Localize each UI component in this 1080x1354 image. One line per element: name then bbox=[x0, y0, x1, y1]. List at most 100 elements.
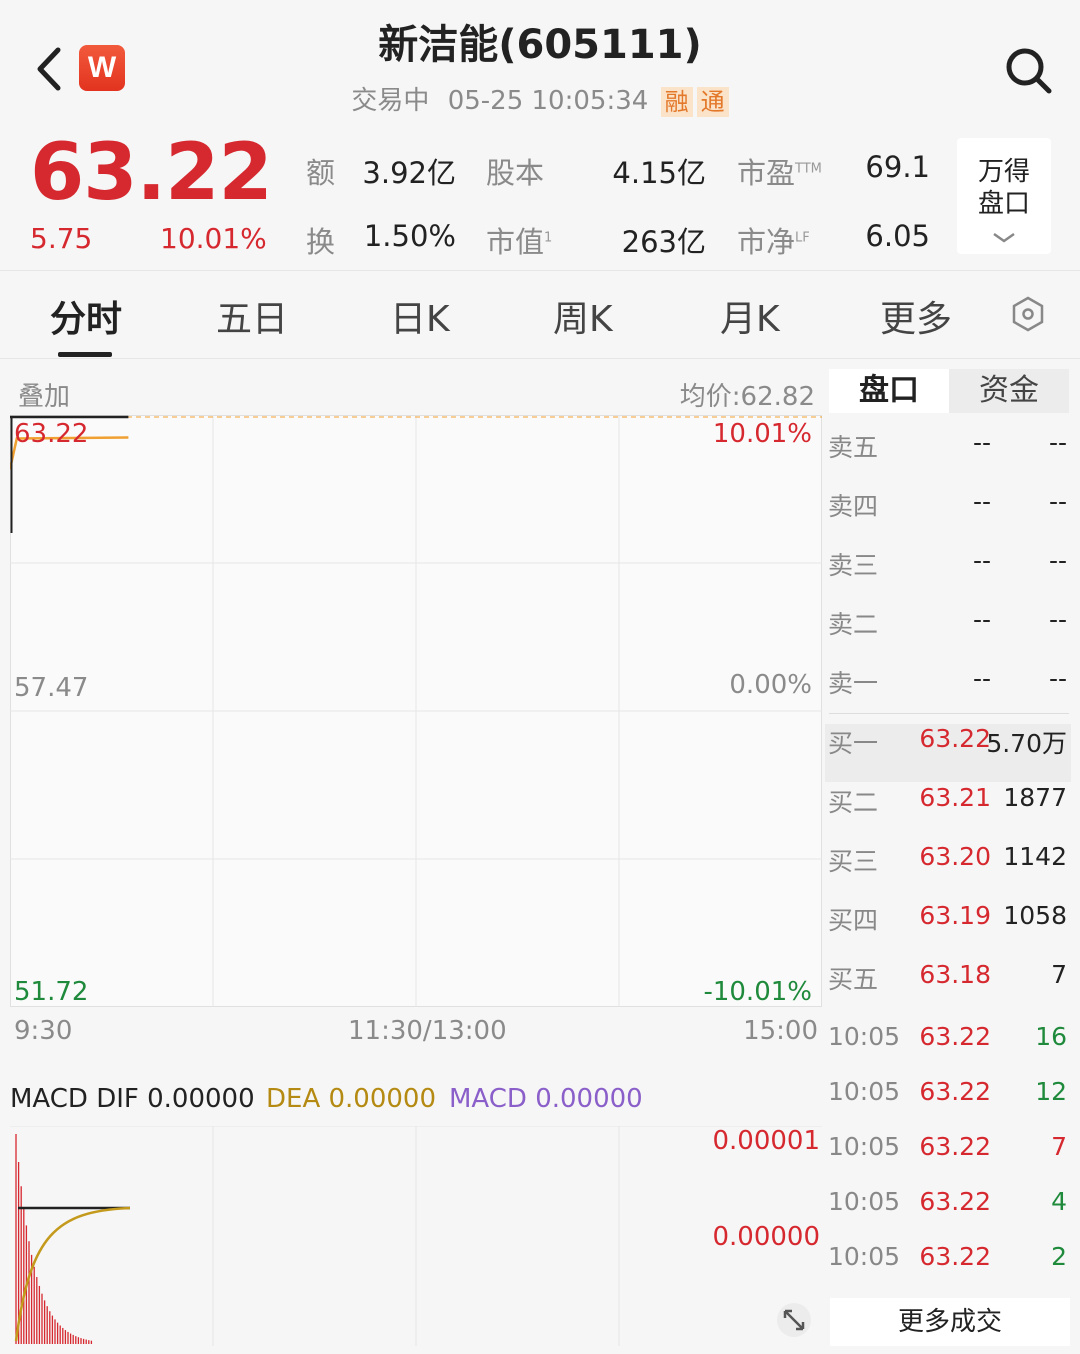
price-change: 5.75 bbox=[30, 222, 93, 255]
ask-row: 卖二 -- -- bbox=[825, 605, 1071, 663]
y-axis-top-label: 63.22 bbox=[14, 419, 89, 449]
orderbook-price: -- bbox=[972, 546, 991, 575]
ask-row: 卖三 -- -- bbox=[825, 546, 1071, 604]
amount-label: 额 bbox=[306, 156, 336, 190]
orderbook-label: 卖四 bbox=[828, 492, 879, 521]
last-price: 63.22 bbox=[30, 128, 273, 218]
pct-axis-mid-label: 0.00% bbox=[729, 670, 812, 700]
trade-status-line: 交易中 05-25 10:05:34 融通 bbox=[300, 80, 780, 117]
orderbook-volume: 4 bbox=[1051, 1187, 1067, 1216]
macd-dea-label: DEA 0.00000 bbox=[266, 1084, 437, 1114]
connect-tag: 通 bbox=[696, 86, 729, 117]
orderbook-volume: -- bbox=[1048, 664, 1067, 693]
orderbook-label: 买一 bbox=[828, 729, 879, 758]
orderbook-volume: -- bbox=[1048, 605, 1067, 634]
orderbook-label: 买四 bbox=[828, 906, 879, 935]
orderbook-label: 10:05 bbox=[828, 1132, 901, 1161]
tab-more[interactable]: 更多 bbox=[880, 290, 952, 342]
orderbook-volume: -- bbox=[1048, 428, 1067, 457]
tab-weekly-k[interactable]: 周K bbox=[553, 290, 613, 342]
orderbook-price: 63.22 bbox=[919, 1242, 991, 1271]
orderbook-label: 10:05 bbox=[828, 1187, 901, 1216]
tab-five-day[interactable]: 五日 bbox=[216, 290, 288, 342]
divider bbox=[829, 713, 1069, 714]
more-trades-button[interactable]: 更多成交 bbox=[830, 1298, 1070, 1346]
divider bbox=[0, 358, 1080, 359]
orderbook-label: 买二 bbox=[828, 788, 879, 817]
tab-intraday[interactable]: 分时 bbox=[50, 290, 122, 342]
wind-orderbook-button[interactable]: 万得 盘口 bbox=[957, 138, 1051, 254]
orderbook-volume: 16 bbox=[1035, 1022, 1067, 1051]
mktcap-label: 市值1 bbox=[486, 219, 552, 261]
macd-macd-label: MACD 0.00000 bbox=[449, 1084, 643, 1114]
turnover-value: 1.50% bbox=[363, 219, 456, 253]
pe-sup: TTM bbox=[795, 161, 822, 177]
ask-row: 卖五 -- -- bbox=[825, 428, 1071, 486]
settings-hexagon-icon[interactable] bbox=[1010, 296, 1046, 336]
macd-zero-label: 0.00000 bbox=[712, 1222, 820, 1252]
bid-row: 买一 63.22 5.70万 bbox=[825, 724, 1071, 782]
y-axis-mid-label: 57.47 bbox=[14, 673, 89, 703]
pb-value: 6.05 bbox=[865, 219, 930, 253]
orderbook-price: 63.22 bbox=[919, 1077, 991, 1106]
y-axis-bottom-label: 51.72 bbox=[14, 977, 89, 1007]
orderbook-price: 63.20 bbox=[919, 842, 991, 871]
orderbook-label: 卖五 bbox=[828, 433, 879, 462]
wind-logo-icon[interactable]: W bbox=[79, 45, 125, 91]
orderbook-label: 卖三 bbox=[828, 551, 879, 580]
amount-value: 3.92亿 bbox=[362, 156, 456, 190]
x-axis-start-label: 9:30 bbox=[14, 1016, 73, 1046]
overlay-button[interactable]: 叠加 bbox=[18, 376, 70, 413]
margin-tag: 融 bbox=[660, 86, 693, 117]
orderbook-price: 63.22 bbox=[919, 1022, 991, 1051]
wind-line1: 万得 bbox=[977, 157, 1030, 187]
orderbook-label: 买五 bbox=[828, 965, 879, 994]
orderbook-volume: -- bbox=[1048, 546, 1067, 575]
orderbook-price: -- bbox=[972, 428, 991, 457]
chart-grid bbox=[10, 415, 822, 1007]
trade-row: 10:05 63.22 2 bbox=[825, 1242, 1071, 1300]
mktcap-sup: 1 bbox=[544, 230, 553, 246]
x-axis-mid-label: 11:30/13:00 bbox=[348, 1016, 507, 1046]
macd-bars bbox=[15, 1134, 93, 1344]
tab-daily-k[interactable]: 日K bbox=[390, 290, 450, 342]
orderbook-price: 63.22 bbox=[919, 1187, 991, 1216]
pb-label: 市净LF bbox=[737, 219, 810, 261]
orderbook-volume: 12 bbox=[1035, 1077, 1067, 1106]
orderbook-label: 10:05 bbox=[828, 1242, 901, 1271]
avg-price-label: 均价:62.82 bbox=[679, 382, 815, 412]
pct-axis-top-label: 10.01% bbox=[712, 419, 812, 449]
orderbook-price: -- bbox=[972, 664, 991, 693]
bid-row: 买四 63.19 1058 bbox=[825, 901, 1071, 959]
orderbook-volume: 5.70万 bbox=[986, 729, 1067, 758]
orderbook-volume: 1142 bbox=[1003, 842, 1067, 871]
price-change-pct: 10.01% bbox=[160, 222, 267, 255]
divider bbox=[0, 270, 1080, 271]
bid-row: 买五 63.18 7 bbox=[825, 960, 1071, 1018]
active-tab-indicator bbox=[58, 352, 112, 357]
trade-datetime: 05-25 10:05:34 bbox=[447, 86, 649, 116]
shares-label: 股本 bbox=[486, 156, 545, 190]
search-icon[interactable] bbox=[1004, 46, 1052, 94]
pe-value: 69.1 bbox=[865, 150, 930, 184]
trade-row: 10:05 63.22 4 bbox=[825, 1187, 1071, 1245]
stock-title: 新洁能(605111) bbox=[378, 22, 702, 68]
pb-label-text: 市净 bbox=[737, 225, 796, 259]
expand-icon[interactable] bbox=[776, 1302, 812, 1342]
mktcap-label-text: 市值 bbox=[486, 225, 545, 259]
orderbook-label: 10:05 bbox=[828, 1022, 901, 1051]
ask-row: 卖四 -- -- bbox=[825, 487, 1071, 545]
orderbook-volume: -- bbox=[1048, 487, 1067, 516]
x-axis-end-label: 15:00 bbox=[743, 1016, 818, 1046]
orderbook-price: 63.19 bbox=[919, 901, 991, 930]
intraday-chart[interactable] bbox=[10, 415, 822, 1007]
orderbook-volume: 1877 bbox=[1003, 783, 1067, 812]
orderbook-price: 63.22 bbox=[919, 1132, 991, 1161]
orderbook-price: 63.21 bbox=[919, 783, 991, 812]
tab-monthly-k[interactable]: 月K bbox=[720, 290, 780, 342]
macd-top-label: 0.00001 bbox=[712, 1126, 820, 1156]
trade-row: 10:05 63.22 7 bbox=[825, 1132, 1071, 1190]
back-chevron-icon[interactable] bbox=[30, 44, 70, 94]
trade-row: 10:05 63.22 16 bbox=[825, 1022, 1071, 1080]
macd-dif-label: MACD DIF 0.00000 bbox=[10, 1084, 255, 1114]
